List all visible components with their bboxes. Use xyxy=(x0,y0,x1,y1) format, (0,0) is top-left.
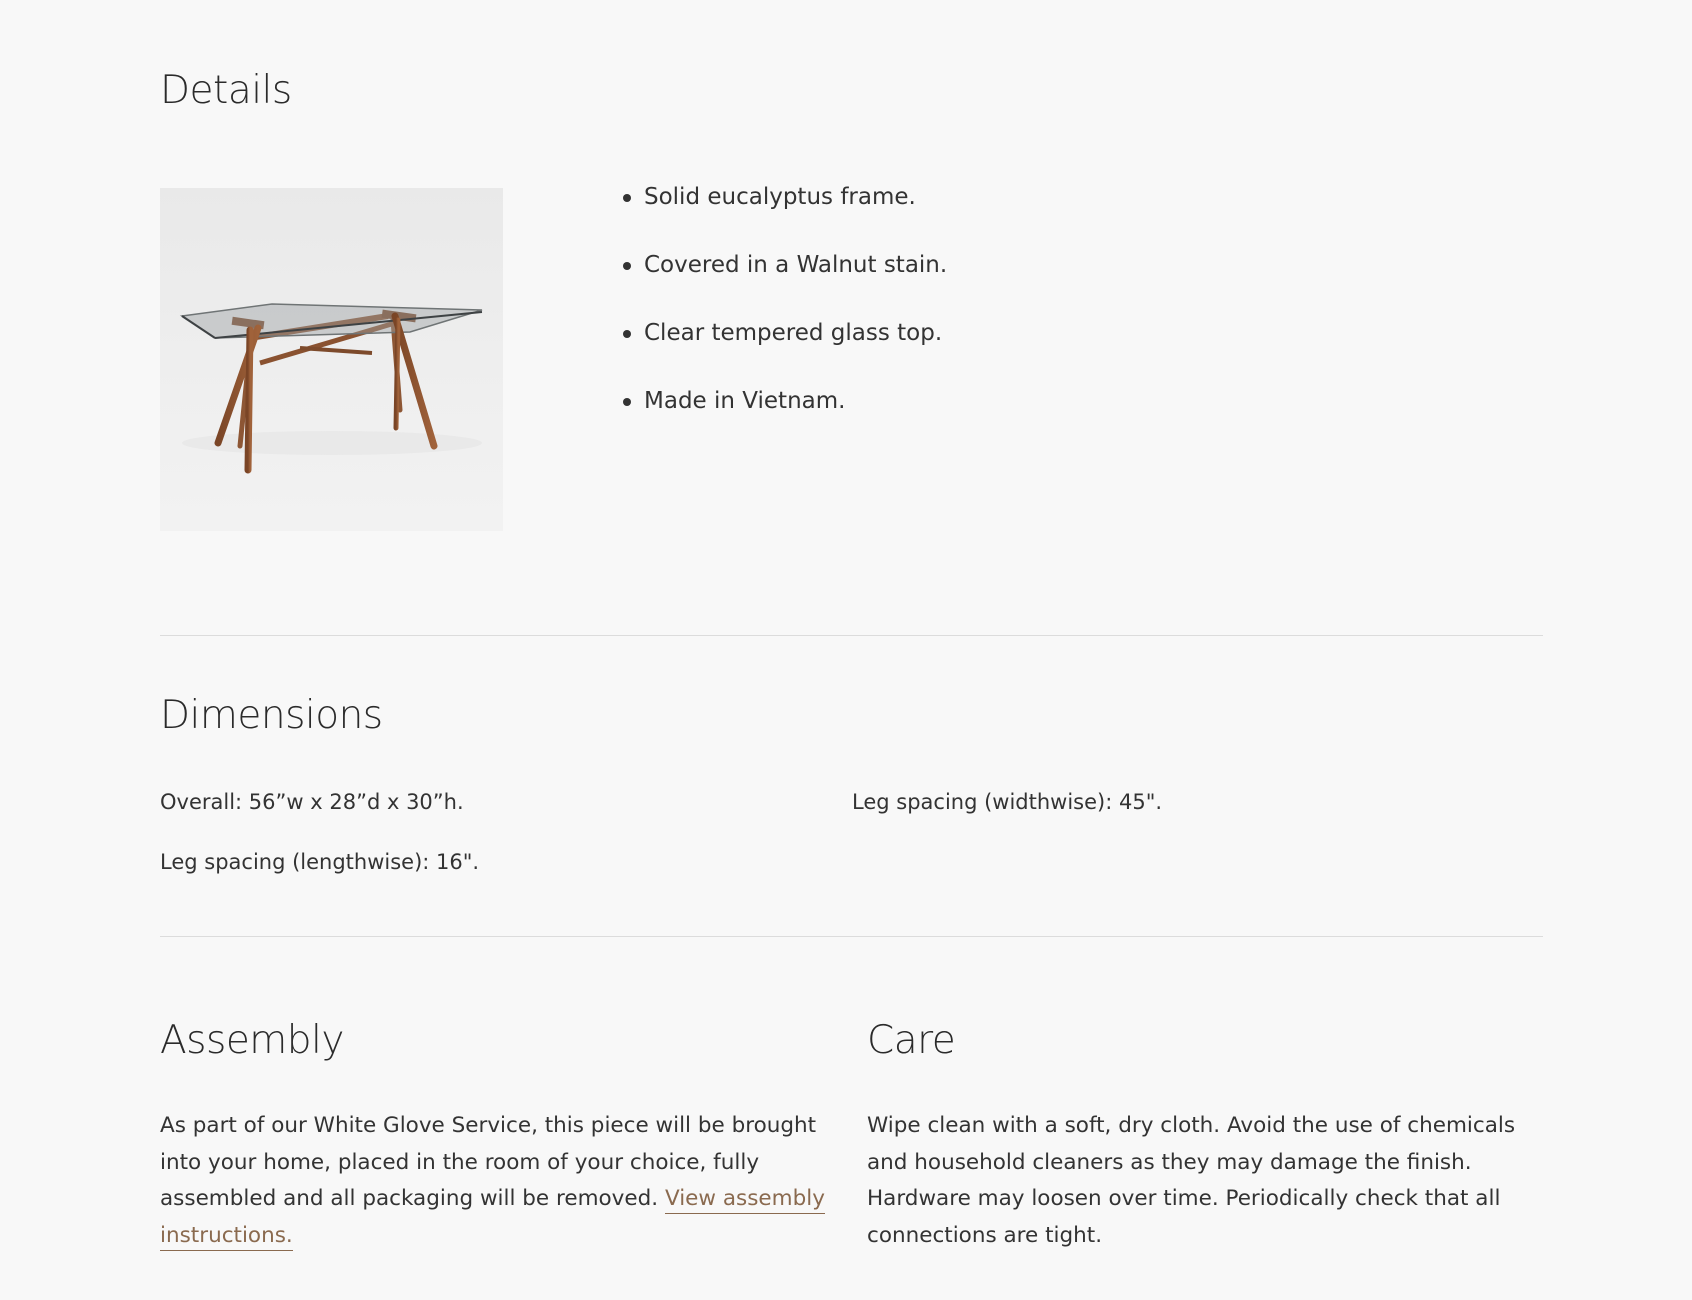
section-divider xyxy=(160,635,1543,636)
dimensions-overall: Overall: 56”w x 28”d x 30”h. xyxy=(160,790,464,814)
product-info-page: Details Solid eucalyptus frame. Covered … xyxy=(0,0,1692,1300)
dimensions-heading: Dimensions xyxy=(160,693,383,738)
details-bullet-list: Solid eucalyptus frame. Covered in a Wal… xyxy=(620,180,947,452)
care-heading: Care xyxy=(867,1018,956,1063)
care-paragraph: Wipe clean with a soft, dry cloth. Avoid… xyxy=(867,1113,1516,1248)
details-bullet: Solid eucalyptus frame. xyxy=(620,180,947,214)
section-divider xyxy=(160,936,1543,937)
details-heading: Details xyxy=(160,68,292,113)
dimensions-leg-lengthwise: Leg spacing (lengthwise): 16". xyxy=(160,850,480,874)
desk-illustration xyxy=(179,303,483,474)
assembly-paragraph: As part of our White Glove Service, this… xyxy=(160,1108,840,1254)
product-image[interactable] xyxy=(160,188,503,531)
details-bullet: Covered in a Walnut stain. xyxy=(620,248,947,282)
assembly-heading: Assembly xyxy=(160,1018,344,1063)
details-bullet: Made in Vietnam. xyxy=(620,384,947,418)
dimensions-leg-widthwise: Leg spacing (widthwise): 45". xyxy=(852,790,1163,814)
details-bullet: Clear tempered glass top. xyxy=(620,316,947,350)
